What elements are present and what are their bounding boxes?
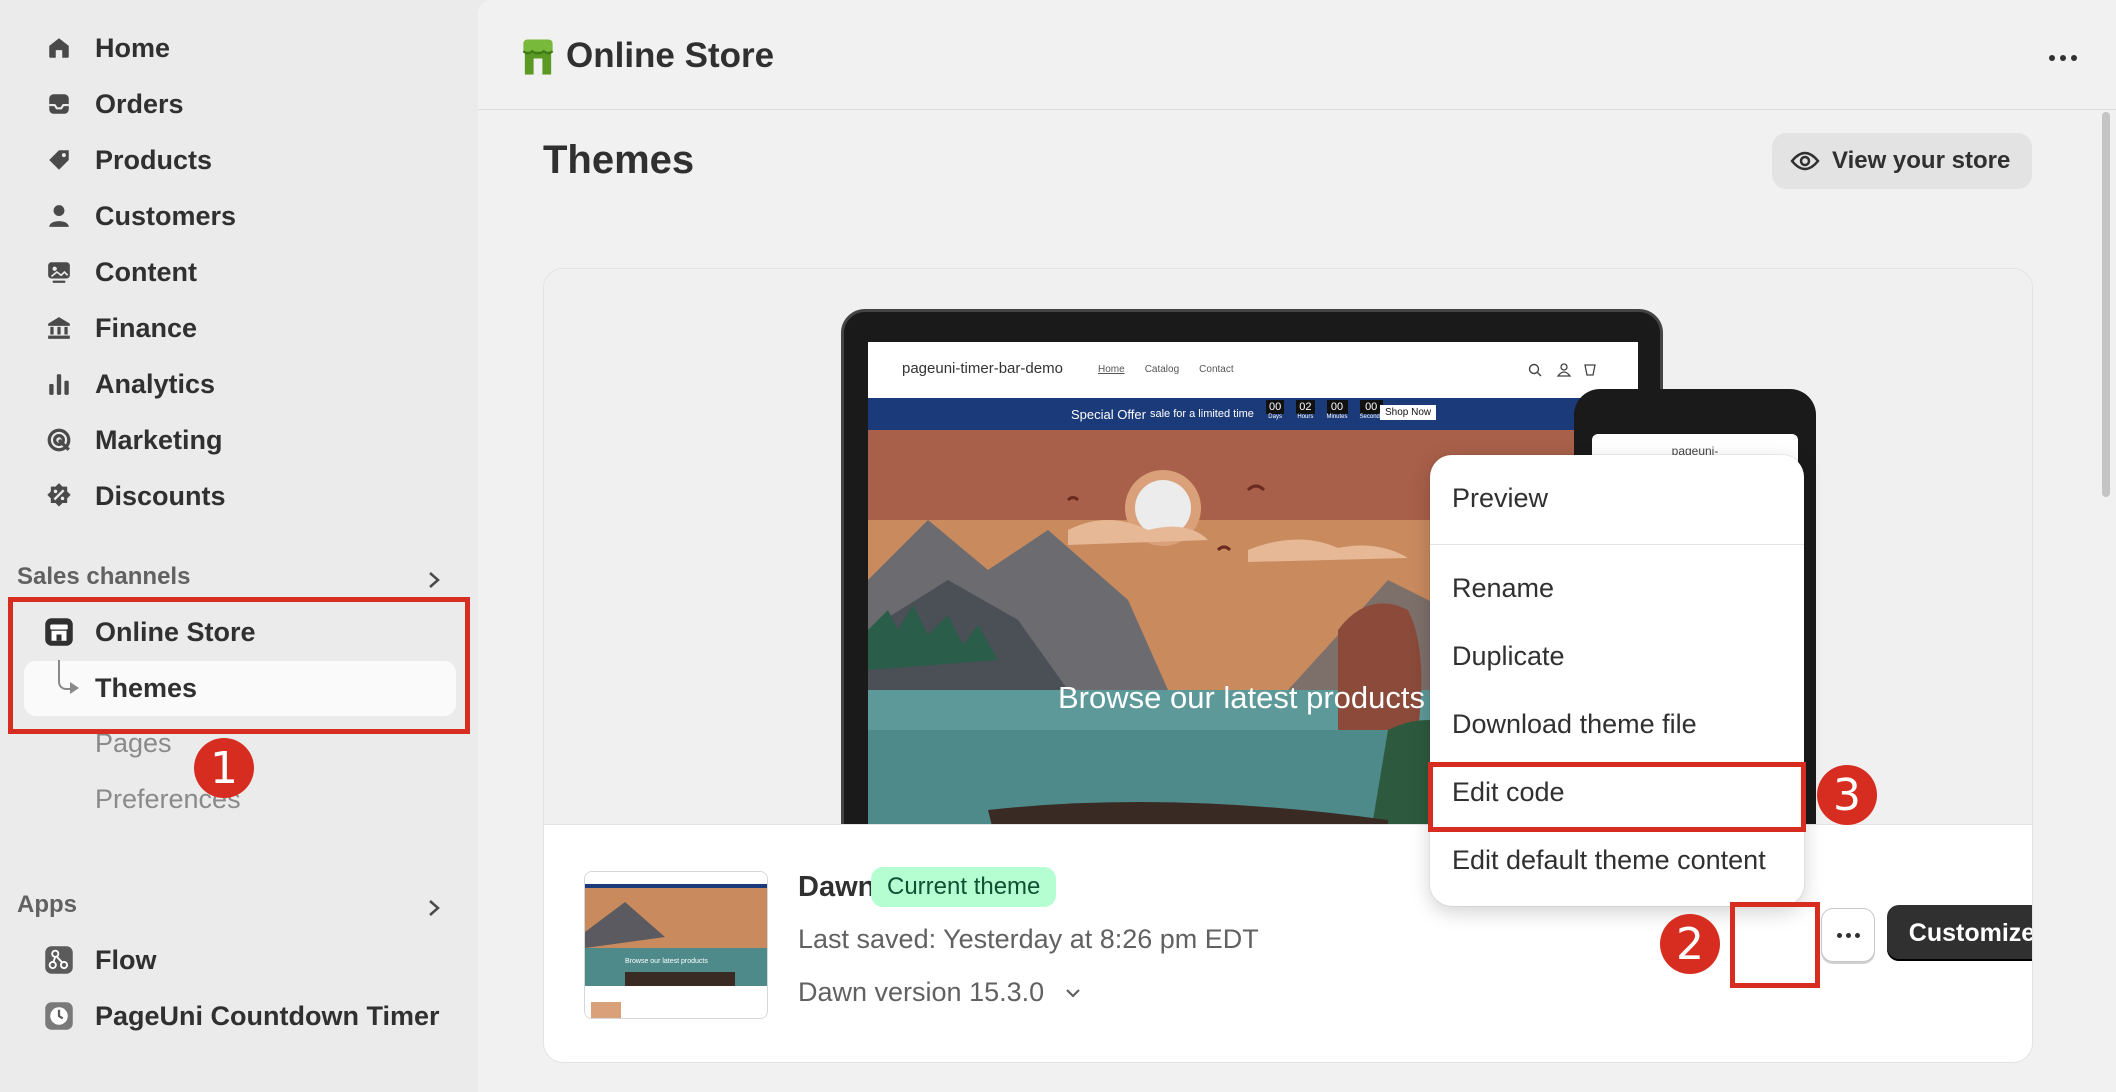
sidebar: Home Orders Products Customers Content F… (0, 0, 478, 1092)
site-nav-link: Contact (1199, 364, 1234, 375)
flow-icon (44, 945, 74, 975)
step-2-badge: 2 (1660, 914, 1720, 974)
timer-unit: Minutes (1326, 414, 1348, 420)
scrollbar-thumb[interactable] (2102, 112, 2110, 497)
nav-marketing[interactable]: Marketing (0, 414, 460, 466)
eye-icon (1790, 150, 1820, 172)
menu-divider (1430, 544, 1804, 545)
dot (1854, 932, 1860, 938)
chevron-right-icon[interactable] (424, 568, 444, 592)
theme-thumbnail: Browse our latest products (584, 871, 768, 1019)
timer-digit: 00 (1326, 400, 1348, 414)
person-icon (44, 201, 74, 231)
current-theme-badge: Current theme (871, 867, 1057, 907)
nav-products-label: Products (95, 144, 213, 175)
top-bar: Online Store (478, 0, 2116, 110)
timer-digit: 02 (1296, 400, 1315, 414)
dot (2049, 55, 2055, 61)
thumb-hero-text: Browse our latest products (625, 958, 708, 965)
theme-actions-menu: Preview Rename Duplicate Download theme … (1430, 455, 1804, 906)
timer-unit: Hours (1297, 414, 1314, 420)
home-icon (44, 33, 74, 63)
highlight-box-online-store (8, 597, 470, 734)
dot (2071, 55, 2077, 61)
timer-digit: 00 (1266, 400, 1285, 414)
site-nav-link: Catalog (1144, 364, 1180, 375)
nav-customers-label: Customers (95, 200, 237, 231)
timer-offer: Special Offer (1071, 407, 1146, 422)
site-name: pageuni-timer-bar-demo (902, 360, 1063, 377)
discount-icon (44, 481, 74, 511)
nav-customers[interactable]: Customers (0, 190, 460, 242)
customize-button[interactable]: Customize (1887, 905, 2032, 961)
clock-icon (44, 1001, 74, 1031)
main-content: Online Store Themes View your store page… (478, 0, 2116, 1092)
last-saved-text: Last saved: Yesterday at 8:26 pm EDT (798, 924, 1259, 954)
nav-discounts[interactable]: Discounts (0, 470, 460, 522)
menu-item-rename[interactable]: Rename (1452, 573, 1554, 604)
nav-pageuni-timer[interactable]: PageUni Countdown Timer (0, 990, 460, 1042)
nav-flow[interactable]: Flow (0, 934, 460, 986)
site-nav-link: Home (1098, 364, 1125, 375)
bar-chart-icon (44, 369, 74, 399)
nav-analytics[interactable]: Analytics (0, 358, 460, 410)
nav-finance[interactable]: Finance (0, 302, 460, 354)
timer-sub: sale for a limited time (1150, 408, 1254, 420)
site-nav: Home Catalog Contact (1098, 364, 1234, 375)
nav-analytics-label: Analytics (95, 368, 216, 399)
target-icon (44, 425, 74, 455)
theme-version-toggle[interactable]: Dawn version 15.3.0 (798, 977, 1082, 1008)
site-header-icons (1528, 363, 1596, 377)
tag-icon (44, 145, 74, 175)
dot (1845, 932, 1851, 938)
nav-orders-label: Orders (95, 88, 184, 119)
inbox-icon (44, 89, 74, 119)
nav-home[interactable]: Home (0, 22, 460, 74)
nav-discounts-label: Discounts (95, 480, 226, 511)
theme-version-text: Dawn version 15.3.0 (798, 977, 1045, 1007)
sales-channels-title: Sales channels (17, 563, 191, 590)
nav-orders[interactable]: Orders (0, 78, 460, 130)
bank-icon (44, 313, 74, 343)
step-3-badge: 3 (1817, 765, 1877, 825)
page-header-title: Online Store (566, 36, 775, 75)
nav-content[interactable]: Content (0, 246, 460, 298)
highlight-box-edit-code (1428, 762, 1806, 832)
highlight-box-actions-button (1730, 902, 1820, 988)
menu-item-preview[interactable]: Preview (1452, 483, 1548, 514)
theme-actions-button[interactable] (1821, 908, 1875, 962)
apps-title: Apps (17, 891, 77, 918)
nav-flow-label: Flow (95, 944, 157, 975)
hero-text: Browse our latest products (1058, 680, 1426, 715)
more-actions-button[interactable] (2038, 38, 2088, 78)
chevron-right-icon[interactable] (424, 896, 444, 920)
nav-pageuni-timer-label: PageUni Countdown Timer (95, 1000, 440, 1031)
timer-unit: Days (1268, 414, 1282, 420)
menu-item-edit-default-content[interactable]: Edit default theme content (1452, 845, 1766, 876)
nav-products[interactable]: Products (0, 134, 460, 186)
theme-preview: pageuni-timer-bar-demo Home Catalog Cont… (544, 269, 2032, 825)
menu-item-download-theme[interactable]: Download theme file (1452, 709, 1697, 740)
nav-marketing-label: Marketing (95, 424, 223, 455)
step-1-badge: 1 (194, 738, 254, 798)
nav-finance-label: Finance (95, 312, 198, 343)
nav-home-label: Home (95, 32, 171, 63)
menu-item-duplicate[interactable]: Duplicate (1452, 641, 1565, 672)
site-header: pageuni-timer-bar-demo Home Catalog Cont… (868, 342, 1638, 398)
countdown-timer-bar: Special Offer sale for a limited time 00… (868, 398, 1638, 430)
dot (2060, 55, 2066, 61)
timer-digits: 00 Days 02 Hours 00 Minutes 00 Seconds (1266, 400, 1383, 420)
view-store-label: View your store (1832, 147, 2011, 174)
chevron-down-icon (1064, 987, 1082, 999)
image-icon (44, 257, 74, 287)
view-store-button[interactable]: View your store (1772, 133, 2032, 189)
online-store-icon (520, 38, 556, 81)
theme-name: Dawn (798, 871, 876, 903)
nav-content-label: Content (95, 256, 197, 287)
timer-shop-button: Shop Now (1380, 405, 1437, 420)
page-title: Themes (543, 138, 695, 182)
dot (1836, 932, 1842, 938)
